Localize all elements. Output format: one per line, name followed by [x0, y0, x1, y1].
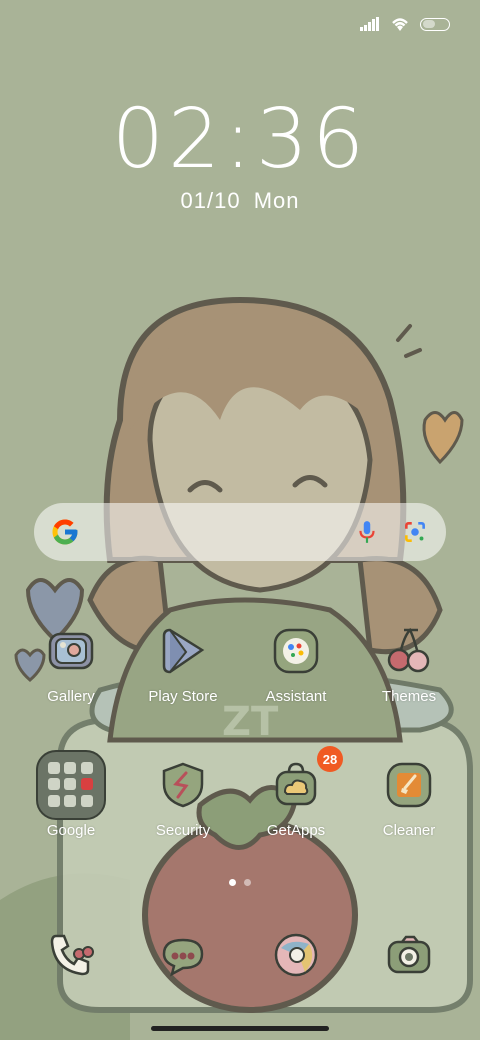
weekday-text: Mon	[253, 188, 300, 213]
app-play-store[interactable]: Play Store	[127, 626, 239, 705]
app-label: Gallery	[47, 688, 95, 705]
clock-time[interactable]: 02:36	[0, 92, 480, 187]
app-label: Cleaner	[382, 822, 436, 839]
clock-date[interactable]: 01/10 Mon	[0, 188, 480, 214]
page-dot-1[interactable]	[229, 879, 236, 886]
app-label: Google	[46, 822, 96, 839]
assistant-icon	[273, 628, 319, 674]
app-label: Themes	[381, 688, 437, 705]
lens-icon[interactable]	[402, 519, 428, 545]
page-indicator[interactable]	[0, 879, 480, 886]
app-gallery[interactable]: Gallery	[15, 626, 127, 705]
shopping-bag-icon	[275, 762, 317, 806]
shield-icon	[162, 762, 204, 808]
app-label: Play Store	[148, 688, 218, 705]
messages-icon	[162, 938, 204, 977]
app-getapps[interactable]: 28 GetApps	[240, 746, 352, 839]
folder-icon	[36, 750, 106, 820]
dock-messages[interactable]	[127, 930, 239, 980]
broom-icon	[386, 762, 432, 808]
app-themes[interactable]: Themes	[353, 626, 465, 705]
dock-browser[interactable]	[240, 930, 352, 980]
battery-icon	[420, 17, 450, 31]
dock-phone[interactable]	[15, 930, 127, 980]
dock-camera[interactable]	[353, 930, 465, 980]
date-text: 01/10	[180, 188, 241, 213]
signal-icon	[360, 17, 379, 31]
wifi-icon	[392, 18, 408, 31]
gesture-bar[interactable]	[151, 1026, 329, 1031]
app-google-folder[interactable]: Google	[15, 750, 127, 839]
cherry-icon	[387, 627, 430, 673]
app-cleaner[interactable]: Cleaner	[353, 760, 465, 839]
google-search-bar[interactable]	[34, 503, 446, 561]
page-dot-2[interactable]	[244, 879, 251, 886]
app-security[interactable]: Security	[127, 760, 239, 839]
app-label: GetApps	[266, 822, 326, 839]
phone-icon	[50, 934, 94, 976]
camera-icon	[387, 935, 431, 974]
app-label: Assistant	[265, 688, 327, 705]
app-assistant[interactable]: Assistant	[240, 626, 352, 705]
mic-icon[interactable]	[354, 519, 380, 545]
notification-badge: 28	[317, 746, 343, 772]
app-label: Security	[155, 822, 211, 839]
svg-text:ZT: ZT	[222, 699, 279, 745]
status-bar	[360, 16, 450, 32]
google-logo-icon	[52, 519, 78, 545]
gallery-icon	[48, 632, 94, 670]
browser-icon	[274, 933, 318, 977]
play-store-icon	[162, 628, 205, 674]
